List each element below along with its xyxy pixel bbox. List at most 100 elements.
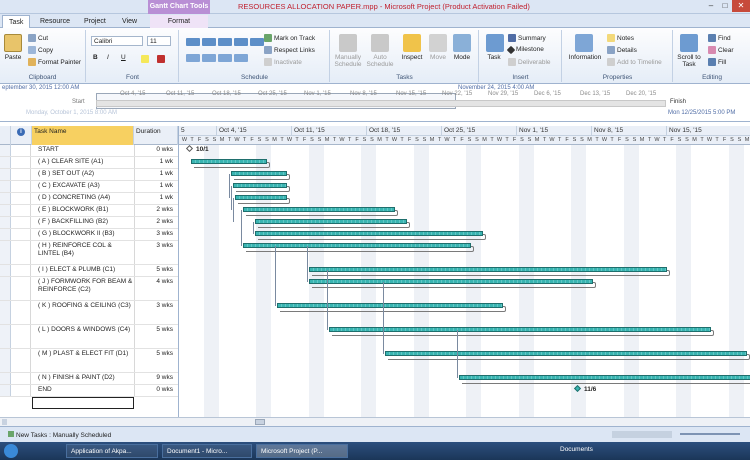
row-selector[interactable]	[0, 181, 11, 192]
start-milestone[interactable]: 10/1	[185, 144, 209, 153]
hundred-percent-icon[interactable]	[250, 38, 264, 46]
information-button[interactable]: Information	[565, 54, 605, 61]
table-row[interactable]: START 0 wks	[0, 145, 178, 157]
tab-format[interactable]: Format	[150, 15, 208, 28]
zero-percent-icon[interactable]	[186, 38, 200, 46]
paste-icon[interactable]	[4, 34, 22, 52]
task-bar[interactable]	[235, 195, 287, 200]
twentyfive-percent-icon[interactable]	[202, 38, 216, 46]
scroll-left-icon[interactable]	[2, 419, 7, 425]
table-row[interactable]: ( F ) BACKFILLING (B2) 2 wks	[0, 217, 178, 229]
duration-cell[interactable]: 5 wks	[134, 350, 176, 357]
view-shortcuts[interactable]	[612, 431, 672, 438]
move-button[interactable]: Move	[425, 54, 451, 61]
fill-button[interactable]: Fill	[708, 58, 726, 66]
task-name-cell[interactable]: ( F ) BACKFILLING (B2)	[32, 218, 134, 226]
task-name-cell[interactable]: ( M ) PLAST & ELECT FIT (D1)	[32, 350, 134, 358]
indent-icon[interactable]	[202, 54, 216, 62]
horizontal-scrollbar[interactable]	[0, 417, 750, 426]
start-orb-icon[interactable]	[4, 444, 18, 458]
seventyfive-percent-icon[interactable]	[234, 38, 248, 46]
duration-column-header[interactable]: Duration	[134, 126, 178, 145]
table-row[interactable]: ( I ) ELECT & PLUMB (C1) 5 wks	[0, 265, 178, 277]
zoom-slider[interactable]	[680, 433, 740, 435]
task-bar[interactable]	[459, 375, 750, 380]
duration-cell[interactable]: 0 wks	[134, 386, 176, 393]
row-selector[interactable]	[0, 325, 11, 348]
task-name-cell[interactable]: ( B ) SET OUT (A2)	[32, 170, 134, 178]
respect-links-button[interactable]: Respect Links	[264, 46, 315, 54]
row-selector[interactable]	[0, 169, 11, 180]
task-name-cell[interactable]: ( H ) REINFORCE COL & LINTEL (B4)	[32, 242, 134, 258]
table-row[interactable]: ( L ) DOORS & WINDOWS (C4) 5 wks	[0, 325, 178, 349]
italic-button[interactable]: I	[107, 54, 109, 61]
task-name-cell[interactable]: ( J ) FORMWORK FOR BEAM & REINFORCE (C2)	[32, 278, 134, 294]
table-row[interactable]: ( C ) EXCAVATE (A3) 1 wk	[0, 181, 178, 193]
task-bar[interactable]	[385, 351, 747, 356]
task-bar[interactable]	[255, 219, 407, 224]
inspect-icon[interactable]	[403, 34, 421, 52]
duration-cell[interactable]: 1 wk	[134, 194, 176, 201]
duration-cell[interactable]: 2 wks	[134, 206, 176, 213]
task-name-cell[interactable]: ( A ) CLEAR SITE (A1)	[32, 158, 134, 166]
select-all-cell[interactable]	[0, 126, 11, 145]
details-button[interactable]: Details	[607, 46, 637, 54]
milestone-button[interactable]: Milestone	[506, 45, 544, 54]
task-bar[interactable]	[277, 303, 503, 308]
table-row[interactable]: ( M ) PLAST & ELECT FIT (D1) 5 wks	[0, 349, 178, 373]
underline-button[interactable]: U	[121, 54, 126, 61]
duration-cell[interactable]: 1 wk	[134, 182, 176, 189]
task-name-cell[interactable]: END	[32, 386, 134, 394]
scroll-to-task-icon[interactable]	[680, 34, 698, 52]
highlight-icon[interactable]	[141, 55, 149, 63]
move-icon[interactable]	[429, 34, 447, 52]
summary-button[interactable]: Summary	[508, 34, 546, 42]
task-name-column-header[interactable]: Task Name	[32, 126, 134, 145]
task-bar[interactable]	[243, 243, 471, 248]
task-bar[interactable]	[309, 279, 593, 284]
duration-cell[interactable]: 3 wks	[134, 230, 176, 237]
task-name-cell[interactable]: ( G ) BLOCKWORK II (B3)	[32, 230, 134, 238]
taskbar-item-document1[interactable]: Document1 - Micro...	[162, 444, 252, 458]
scroll-thumb[interactable]	[255, 419, 265, 425]
tab-project[interactable]: Project	[78, 15, 112, 28]
task-name-cell[interactable]: ( D ) CONCRETING (A4)	[32, 194, 134, 202]
row-selector[interactable]	[0, 265, 11, 276]
row-selector[interactable]	[0, 373, 11, 384]
pin-icon[interactable]	[339, 34, 357, 52]
link-icon[interactable]	[218, 54, 232, 62]
table-row[interactable]: ( B ) SET OUT (A2) 1 wk	[0, 169, 178, 181]
table-row[interactable]: ( G ) BLOCKWORK II (B3) 3 wks	[0, 229, 178, 241]
table-row[interactable]: ( J ) FORMWORK FOR BEAM & REINFORCE (C2)…	[0, 277, 178, 301]
format-painter-button[interactable]: Format Painter	[28, 58, 81, 66]
taskbar-item-application[interactable]: Application of Akpa...	[66, 444, 158, 458]
close-icon[interactable]: ✕	[732, 0, 750, 12]
row-selector[interactable]	[0, 229, 11, 240]
copy-button[interactable]: Copy	[28, 46, 53, 54]
outdent-icon[interactable]	[186, 54, 200, 62]
mark-on-track-button[interactable]: Mark on Track	[264, 34, 315, 42]
tray-documents-label[interactable]: Documents	[560, 446, 593, 453]
taskbar-item-project[interactable]: Microsoft Project (P...	[256, 444, 348, 458]
duration-cell[interactable]: 5 wks	[134, 326, 176, 333]
mode-icon[interactable]	[453, 34, 471, 52]
duration-cell[interactable]: 3 wks	[134, 302, 176, 309]
new-task-cell[interactable]	[32, 397, 134, 409]
font-color-icon[interactable]	[157, 55, 165, 63]
find-button[interactable]: Find	[708, 34, 731, 42]
minimize-icon[interactable]: –	[704, 0, 718, 12]
table-row[interactable]: ( D ) CONCRETING (A4) 1 wk	[0, 193, 178, 205]
notes-button[interactable]: Notes	[607, 34, 634, 42]
task-name-cell[interactable]: ( L ) DOORS & WINDOWS (C4)	[32, 326, 134, 334]
row-selector[interactable]	[0, 217, 11, 228]
row-selector[interactable]	[0, 349, 11, 372]
table-row[interactable]: ( E ) BLOCKWORK (B1) 2 wks	[0, 205, 178, 217]
auto-schedule-button[interactable]: Auto Schedule	[365, 54, 395, 68]
row-selector[interactable]	[0, 301, 11, 324]
timeline[interactable]: eptember 30, 2015 12:00 AM November 24, …	[0, 84, 750, 122]
duration-cell[interactable]: 1 wk	[134, 170, 176, 177]
fifty-percent-icon[interactable]	[218, 38, 232, 46]
add-to-timeline-button[interactable]: Add to Timeline	[607, 58, 662, 66]
table-row[interactable]: ( K ) ROOFING & CEILING (C3) 3 wks	[0, 301, 178, 325]
row-selector[interactable]	[0, 241, 11, 264]
